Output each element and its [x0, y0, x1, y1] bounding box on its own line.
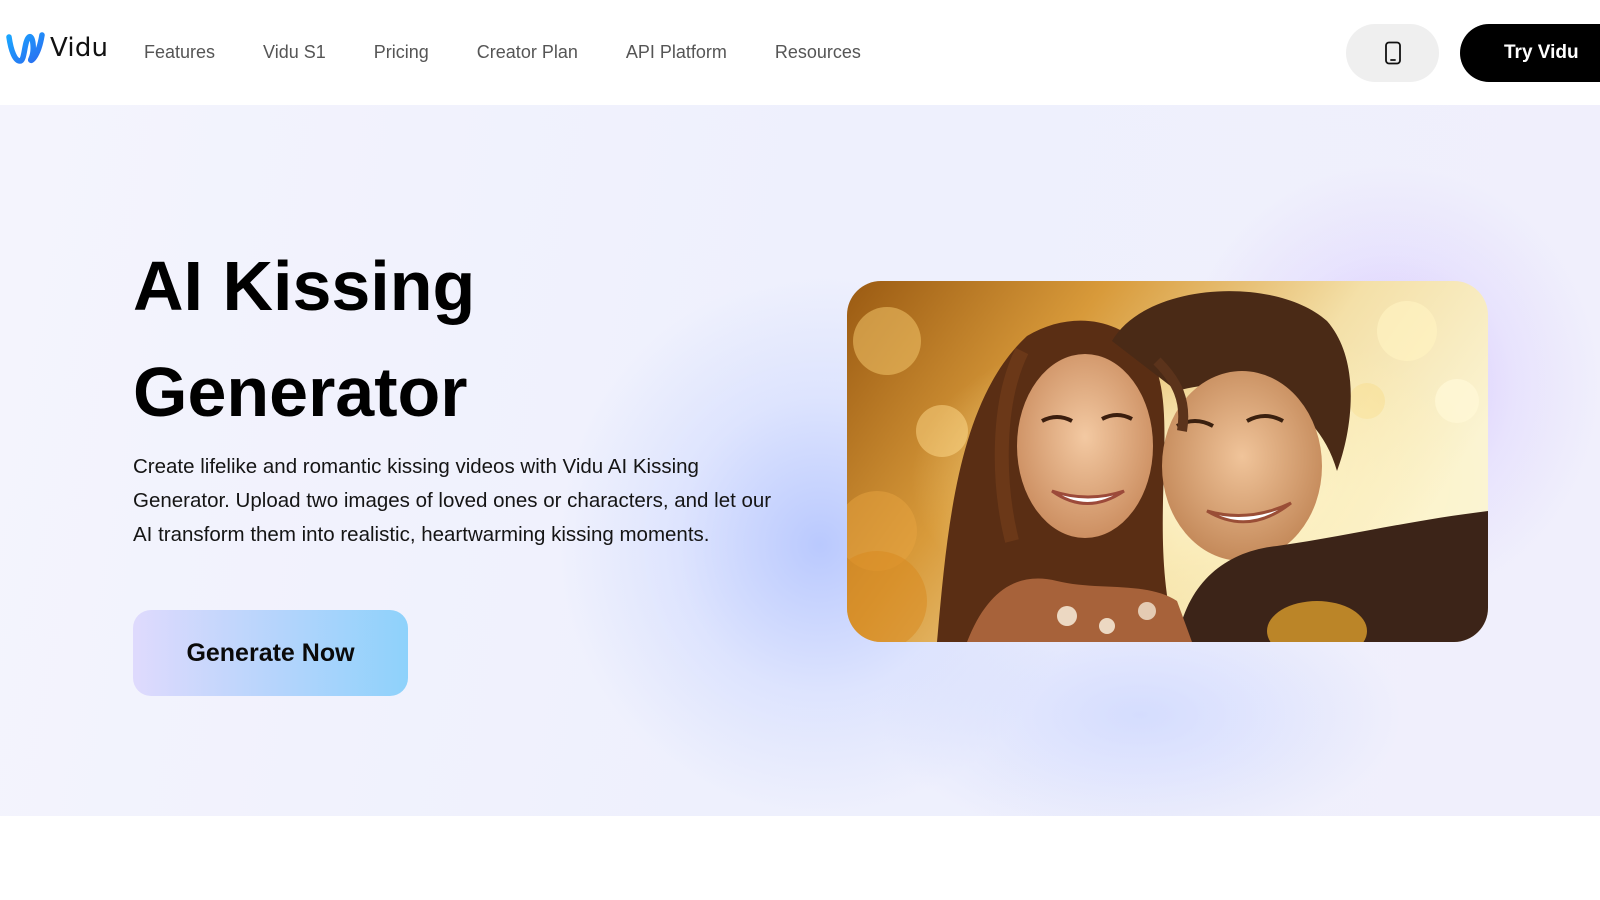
- mobile-app-button[interactable]: [1346, 24, 1439, 82]
- nav-item-features[interactable]: Features: [144, 40, 215, 64]
- hero-section: AI Kissing Generator Create lifelike and…: [0, 105, 1600, 816]
- main-nav: Features Vidu S1 Pricing Creator Plan AP…: [144, 40, 909, 64]
- hero-description: Create lifelike and romantic kissing vid…: [133, 455, 772, 546]
- try-vidu-button[interactable]: Try Vidu: [1460, 24, 1600, 82]
- brand-name: Vidu: [50, 33, 109, 63]
- nav-item-creator-plan[interactable]: Creator Plan: [477, 40, 578, 64]
- couple-photo-illustration: [847, 281, 1488, 642]
- generate-now-button[interactable]: Generate Now: [133, 610, 408, 696]
- nav-item-resources[interactable]: Resources: [775, 40, 861, 64]
- vidu-logo[interactable]: Vidu: [5, 31, 108, 65]
- vidu-wave-logo-icon: [6, 32, 45, 64]
- next-section: [0, 816, 1600, 900]
- nav-item-vidu-s1[interactable]: Vidu S1: [263, 40, 326, 64]
- hero-couple-image: [847, 281, 1488, 642]
- page-title-line-1: AI Kissing: [133, 247, 476, 325]
- page-title-line-2: Generator: [133, 353, 468, 431]
- nav-item-api-platform[interactable]: API Platform: [626, 40, 727, 64]
- top-navigation-bar: Vidu Features Vidu S1 Pricing Creator Pl…: [0, 0, 1600, 105]
- page-title: AI Kissing Generator: [133, 233, 733, 445]
- nav-item-pricing[interactable]: Pricing: [374, 40, 429, 64]
- mobile-phone-icon: [1384, 41, 1401, 65]
